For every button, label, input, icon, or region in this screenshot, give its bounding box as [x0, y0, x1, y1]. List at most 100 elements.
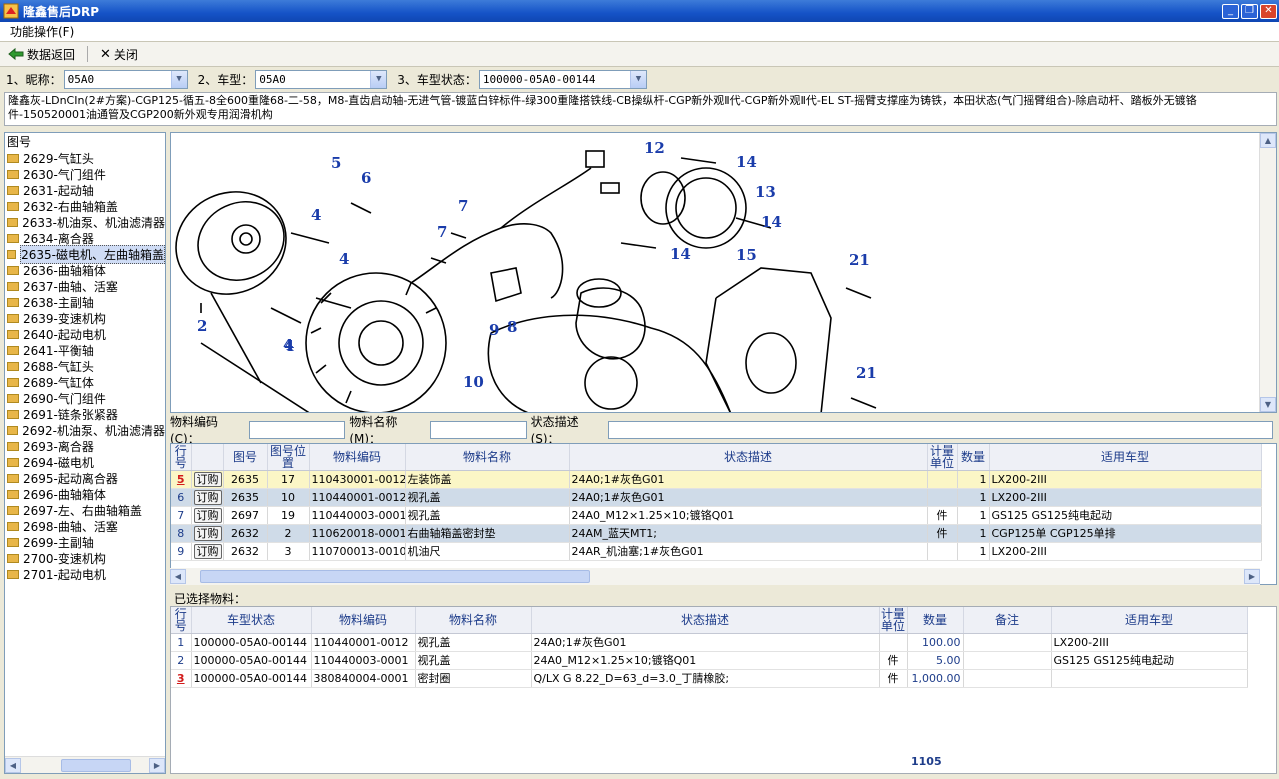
- model-select[interactable]: 05A0 ▼: [255, 69, 388, 89]
- part-callout-14[interactable]: 14: [670, 245, 691, 263]
- tree-item[interactable]: 2701-起动电机: [5, 566, 165, 582]
- close-button[interactable]: ✕ 关闭: [96, 44, 142, 65]
- parts-horizontal-scrollbar[interactable]: ◀ ▶: [170, 568, 1260, 585]
- table-row[interactable]: 7 订购 2697 19 110440003-0001 视孔盖 24A0_M12×1.25×…: [171, 506, 1262, 525]
- scroll-right-icon[interactable]: ▶: [149, 757, 165, 773]
- tree-item[interactable]: 2697-左、右曲轴箱盖: [5, 502, 165, 518]
- selected-col-header[interactable]: 状态描述: [531, 607, 880, 634]
- nickname-select[interactable]: 05A0 ▼: [63, 69, 188, 89]
- part-callout-14[interactable]: 14: [736, 153, 757, 171]
- remark[interactable]: [963, 651, 1052, 670]
- order-button[interactable]: 订购: [193, 507, 222, 523]
- part-callout-4[interactable]: 4: [311, 206, 321, 224]
- scroll-right-icon[interactable]: ▶: [1244, 569, 1260, 584]
- selected-col-header[interactable]: 适用车型: [1051, 607, 1248, 634]
- tree-item[interactable]: 2638-主副轴: [5, 294, 165, 310]
- part-callout-15[interactable]: 15: [736, 246, 757, 264]
- selected-col-header[interactable]: 备注: [963, 607, 1052, 634]
- part-callout-10[interactable]: 10: [463, 373, 484, 391]
- tree-item[interactable]: 2632-右曲轴箱盖: [5, 198, 165, 214]
- part-callout-21[interactable]: 21: [849, 251, 870, 269]
- tree-item[interactable]: 2699-主副轴: [5, 534, 165, 550]
- table-row[interactable]: 6 订购 2635 10 110440001-0012 视孔盖 24A0;1#灰色G01 1 L…: [171, 488, 1262, 507]
- order-button[interactable]: 订购: [193, 489, 222, 505]
- chevron-down-icon[interactable]: ▼: [629, 70, 646, 88]
- table-row[interactable]: 5 订购 2635 17 110430001-0012 左装饰盖 24A0;1#灰色G01 1…: [171, 470, 1262, 489]
- part-callout-4[interactable]: 4: [339, 250, 349, 268]
- scroll-thumb[interactable]: [200, 570, 590, 583]
- part-callout-7[interactable]: 7: [458, 197, 468, 215]
- diagram-vertical-scrollbar[interactable]: ▲ ▼: [1259, 133, 1276, 412]
- minimize-button[interactable]: _: [1222, 3, 1239, 19]
- tree-item[interactable]: 2691-链条张紧器: [5, 406, 165, 422]
- part-callout-6[interactable]: 6: [361, 169, 371, 187]
- chevron-down-icon[interactable]: ▼: [170, 70, 187, 88]
- parts-col-header[interactable]: 状态描述: [569, 444, 928, 471]
- tree-item[interactable]: 2630-气门组件: [5, 166, 165, 182]
- tree-item[interactable]: 2639-变速机构: [5, 310, 165, 326]
- part-callout-12[interactable]: 12: [644, 139, 665, 157]
- quantity[interactable]: 1,000.00: [907, 669, 964, 688]
- tree-item[interactable]: 2629-气缸头: [5, 150, 165, 166]
- selected-col-header[interactable]: 数量: [907, 607, 964, 634]
- table-row[interactable]: 9 订购 2632 3 110700013-0010 机油尺 24AR_机油塞;1#灰色G0…: [171, 542, 1262, 561]
- parts-col-header[interactable]: 物料名称: [405, 444, 570, 471]
- table-row[interactable]: 8 订购 2632 2 110620018-0001 右曲轴箱盖密封垫 24AM_蓝天MT1…: [171, 524, 1262, 543]
- tree-item[interactable]: 2637-曲轴、活塞: [5, 278, 165, 294]
- parts-col-header[interactable]: 计量单位: [927, 444, 958, 471]
- order-button[interactable]: 订购: [193, 471, 222, 487]
- tree-item[interactable]: 2695-起动离合器: [5, 470, 165, 486]
- tree-item[interactable]: 2633-机油泵、机油滤清器: [5, 214, 165, 230]
- chevron-down-icon[interactable]: ▼: [370, 70, 387, 88]
- scroll-thumb[interactable]: [61, 758, 131, 772]
- part-callout-13[interactable]: 13: [755, 183, 776, 201]
- tree-item[interactable]: 2631-起动轴: [5, 182, 165, 198]
- menu-function-ops[interactable]: 功能操作(F): [10, 23, 74, 40]
- part-callout-8[interactable]: 8: [507, 318, 517, 336]
- part-callout-2[interactable]: 2: [197, 317, 207, 335]
- tree-item[interactable]: 2696-曲轴箱体: [5, 486, 165, 502]
- quantity[interactable]: 5.00: [907, 651, 964, 670]
- restore-button[interactable]: ❐: [1241, 3, 1258, 19]
- order-button[interactable]: 订购: [193, 525, 222, 541]
- quantity[interactable]: 100.00: [907, 633, 964, 652]
- tree-item[interactable]: 2694-磁电机: [5, 454, 165, 470]
- order-button[interactable]: 订购: [193, 543, 222, 559]
- remark[interactable]: [963, 669, 1052, 688]
- scroll-down-icon[interactable]: ▼: [1260, 397, 1276, 412]
- tree-item[interactable]: 2635-磁电机、左曲轴箱盖: [5, 244, 165, 264]
- tree-item[interactable]: 2700-变速机构: [5, 550, 165, 566]
- parts-col-header[interactable]: 行号: [171, 444, 192, 471]
- tree-item[interactable]: 2688-气缸头: [5, 358, 165, 374]
- remark[interactable]: [963, 633, 1052, 652]
- close-window-button[interactable]: ✕: [1260, 3, 1277, 19]
- part-callout-21[interactable]: 21: [856, 364, 877, 382]
- parts-col-header[interactable]: 图号: [223, 444, 268, 471]
- tree-item[interactable]: 2698-曲轴、活塞: [5, 518, 165, 534]
- selected-col-header[interactable]: 计量单位: [879, 607, 908, 634]
- table-row[interactable]: 2 100000-05A0-00144 110440003-0001 视孔盖 24A0_…: [171, 651, 1248, 670]
- scroll-up-icon[interactable]: ▲: [1260, 133, 1276, 148]
- tree-item[interactable]: 2689-气缸体: [5, 374, 165, 390]
- parts-col-header[interactable]: [191, 444, 224, 471]
- parts-col-header[interactable]: 物料编码: [309, 444, 406, 471]
- part-callout-7[interactable]: 7: [437, 223, 447, 241]
- model-state-select[interactable]: 100000-05A0-00144 ▼: [478, 69, 647, 89]
- scroll-left-icon[interactable]: ◀: [5, 757, 21, 773]
- selected-col-header[interactable]: 车型状态: [191, 607, 312, 634]
- parts-col-header[interactable]: 适用车型: [989, 444, 1262, 471]
- selected-col-header[interactable]: 物料编码: [311, 607, 416, 634]
- data-return-button[interactable]: 数据返回: [4, 44, 79, 65]
- scroll-left-icon[interactable]: ◀: [170, 569, 186, 584]
- state-desc-input[interactable]: [608, 421, 1274, 439]
- part-callout-14[interactable]: 14: [761, 213, 782, 231]
- material-name-input[interactable]: [429, 421, 527, 439]
- tree-horizontal-scrollbar[interactable]: ◀ ▶: [5, 756, 165, 773]
- material-code-input[interactable]: [248, 421, 346, 439]
- part-callout-5[interactable]: 5: [331, 154, 341, 172]
- tree-item[interactable]: 2690-气门组件: [5, 390, 165, 406]
- table-row[interactable]: 3 100000-05A0-00144 380840004-0001 密封圈 Q/LX …: [171, 669, 1248, 688]
- table-row[interactable]: 1 100000-05A0-00144 110440001-0012 视孔盖 24A0;…: [171, 633, 1248, 652]
- tree-item[interactable]: 2693-离合器: [5, 438, 165, 454]
- selected-col-header[interactable]: 行号: [171, 607, 192, 634]
